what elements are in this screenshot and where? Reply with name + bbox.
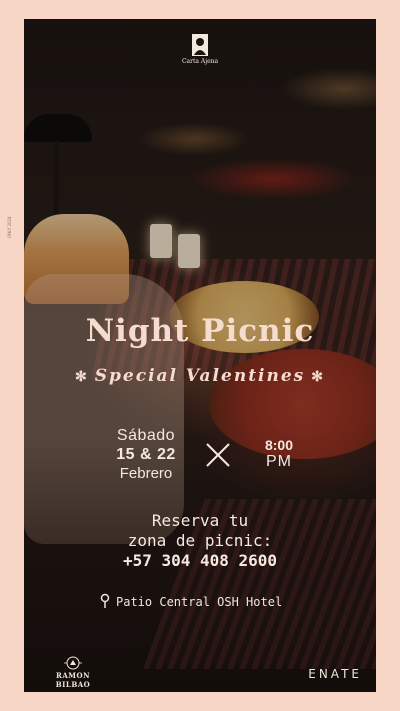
- event-day: Sábado: [116, 427, 176, 444]
- winery-crest-icon: [64, 656, 82, 670]
- subtitle-text: Special Valentines: [94, 366, 306, 386]
- brand-logo: Carta Ajena: [174, 34, 226, 65]
- reservation-info: Reserva tu zona de picnic: +57 304 408 2…: [24, 511, 376, 571]
- side-note: ONLY 2024: [7, 216, 12, 238]
- logo-text: Carta Ajena: [181, 58, 219, 65]
- sponsor-name-left: RAMON BILBAO: [55, 671, 91, 689]
- photo-overlay: [24, 19, 376, 692]
- sponsor-logo-enate: ENATE: [308, 667, 362, 681]
- ornament-icon: ✻: [311, 369, 325, 385]
- event-period: PM: [266, 453, 292, 470]
- reservation-phone[interactable]: +57 304 408 2600: [24, 551, 376, 571]
- reservation-line-1: Reserva tu: [151, 511, 249, 530]
- event-poster: Carta Ajena Night Picnic ✻ Special Valent…: [24, 19, 376, 692]
- x-icon: [206, 443, 230, 467]
- event-dates: Sábado 15 & 22 Febrero: [102, 427, 190, 482]
- event-month: Febrero: [119, 465, 173, 482]
- venue-name: Patio Central OSH Hotel: [116, 595, 283, 609]
- portrait-logo-icon: [192, 34, 208, 56]
- sponsor-logo-ramon-bilbao: RAMON BILBAO: [38, 656, 108, 689]
- map-pin-icon: [100, 593, 110, 608]
- event-time: 8:00 PM: [254, 437, 304, 471]
- reservation-line-2: zona de picnic:: [127, 531, 273, 550]
- event-hour: 8:00: [264, 437, 294, 453]
- ornament-icon: ✻: [75, 369, 89, 385]
- event-date-numbers: 15 & 22: [116, 446, 176, 463]
- venue-location: Patio Central OSH Hotel: [100, 593, 340, 609]
- event-subtitle: ✻ Special Valentines ✻: [24, 366, 376, 386]
- event-title: Night Picnic: [85, 313, 315, 349]
